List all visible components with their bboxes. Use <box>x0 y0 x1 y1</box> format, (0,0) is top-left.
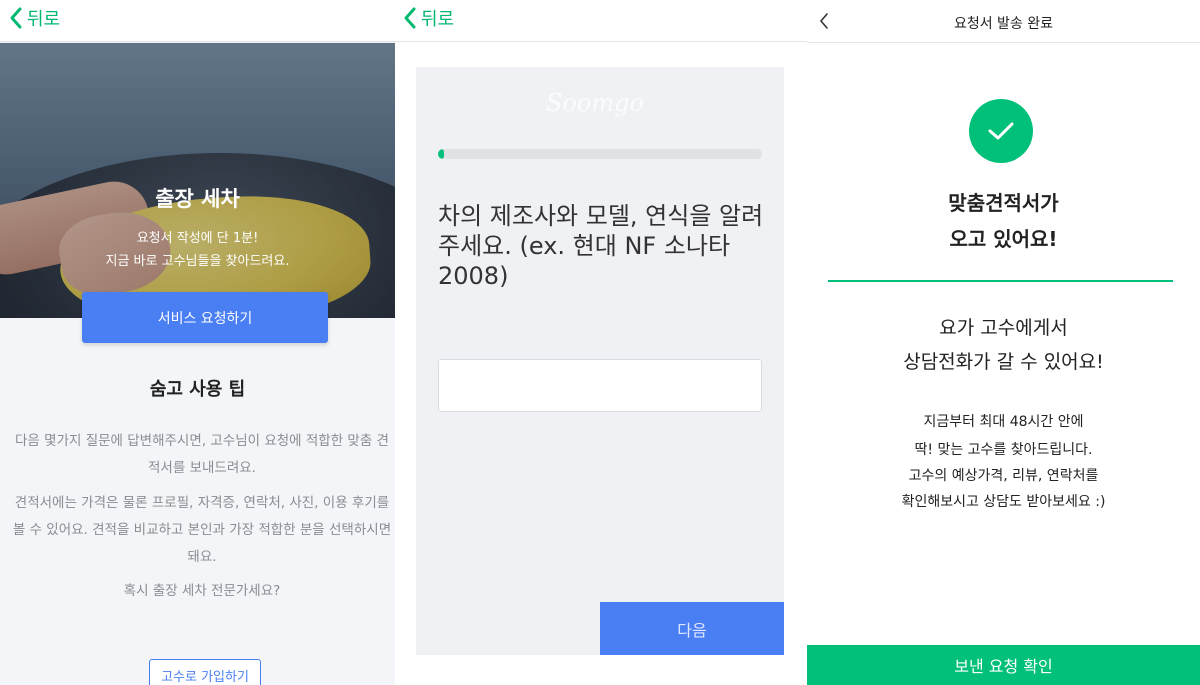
page-title: 요청서 발송 완료 <box>953 16 1054 32</box>
tip-text-2: 견적서에는 가격은 물론 프로필, 자격증, 연락처, 사진, 이용 후기를 볼… <box>12 495 392 565</box>
back-label: 뒤로 <box>421 9 455 30</box>
back-button[interactable]: 뒤로 <box>403 5 454 31</box>
check-icon <box>988 122 1014 140</box>
back-button[interactable]: 뒤로 <box>9 5 60 31</box>
detail-line4: 확인해보시고 상담도 받아보세요 :) <box>901 494 1106 510</box>
headline-line2: 오고 있어요! <box>949 227 1058 251</box>
back-label: 뒤로 <box>27 9 61 30</box>
detail-line1: 지금부터 최대 48시간 안에 <box>923 414 1084 430</box>
success-badge <box>969 99 1033 163</box>
message-line1: 요가 고수에게서 <box>939 317 1068 339</box>
chevron-left-icon <box>404 7 416 29</box>
hero-subtitle-line1: 요청서 작성에 단 1분! <box>136 231 259 246</box>
tips-title: 숨고 사용 팁 <box>149 379 246 400</box>
detail-line3: 고수의 예상가격, 리뷰, 연락처를 <box>908 468 1099 484</box>
question-card: Soomgo 차의 제조사와 모델, 연식을 알려주세요. (ex. 현대 NF… <box>416 67 784 655</box>
headline-line1: 맞춤견적서가 <box>948 191 1059 215</box>
request-form-screen: 뒤로 Soomgo 차의 제조사와 모델, 연식을 알려주세요. (ex. 현대… <box>395 0 807 685</box>
message-line2: 상담전화가 갈 수 있어요! <box>903 351 1104 373</box>
detail-line2: 딱! 맞는 고수를 찾아드립니다. <box>914 442 1093 458</box>
next-button[interactable]: 다음 <box>600 602 784 655</box>
request-service-button[interactable]: 서비스 요청하기 <box>82 292 328 343</box>
tip-text-3: 혹시 출장 세차 전문가세요? <box>123 583 281 599</box>
chevron-left-icon <box>10 7 22 29</box>
question-text: 차의 제조사와 모델, 연식을 알려주세요. (ex. 현대 NF 소나타 20… <box>438 202 764 290</box>
progress-fill <box>438 149 445 159</box>
hero-subtitle-line2: 지금 바로 고수님들을 찾아드려요. <box>105 254 290 269</box>
top-bar: 뒤로 <box>395 0 807 42</box>
tip-text-1: 다음 몇가지 질문에 답변해주시면, 고수님이 요청에 적합한 맞춤 견적서를 … <box>15 433 389 476</box>
answer-input[interactable] <box>438 359 762 412</box>
brand-watermark: Soomgo <box>546 89 644 117</box>
request-sent-screen: 요청서 발송 완료 맞춤견적서가 오고 있어요! 요가 고수에게서 상담전화가 … <box>807 0 1200 685</box>
top-bar: 뒤로 <box>0 0 395 42</box>
progress-bar <box>438 149 762 159</box>
top-bar: 요청서 발송 완료 <box>807 0 1200 43</box>
view-sent-requests-button[interactable]: 보낸 요청 확인 <box>807 645 1200 685</box>
hero-image: 출장 세차 요청서 작성에 단 1분! 지금 바로 고수님들을 찾아드려요. <box>0 43 395 318</box>
hero-title: 출장 세차 <box>155 187 240 211</box>
join-as-pro-button[interactable]: 고수로 가입하기 <box>149 659 261 685</box>
divider <box>828 280 1173 282</box>
service-intro-screen: 뒤로 출장 세차 요청서 작성에 단 1분! 지금 바로 고수님들을 찾아드려요… <box>0 0 395 685</box>
